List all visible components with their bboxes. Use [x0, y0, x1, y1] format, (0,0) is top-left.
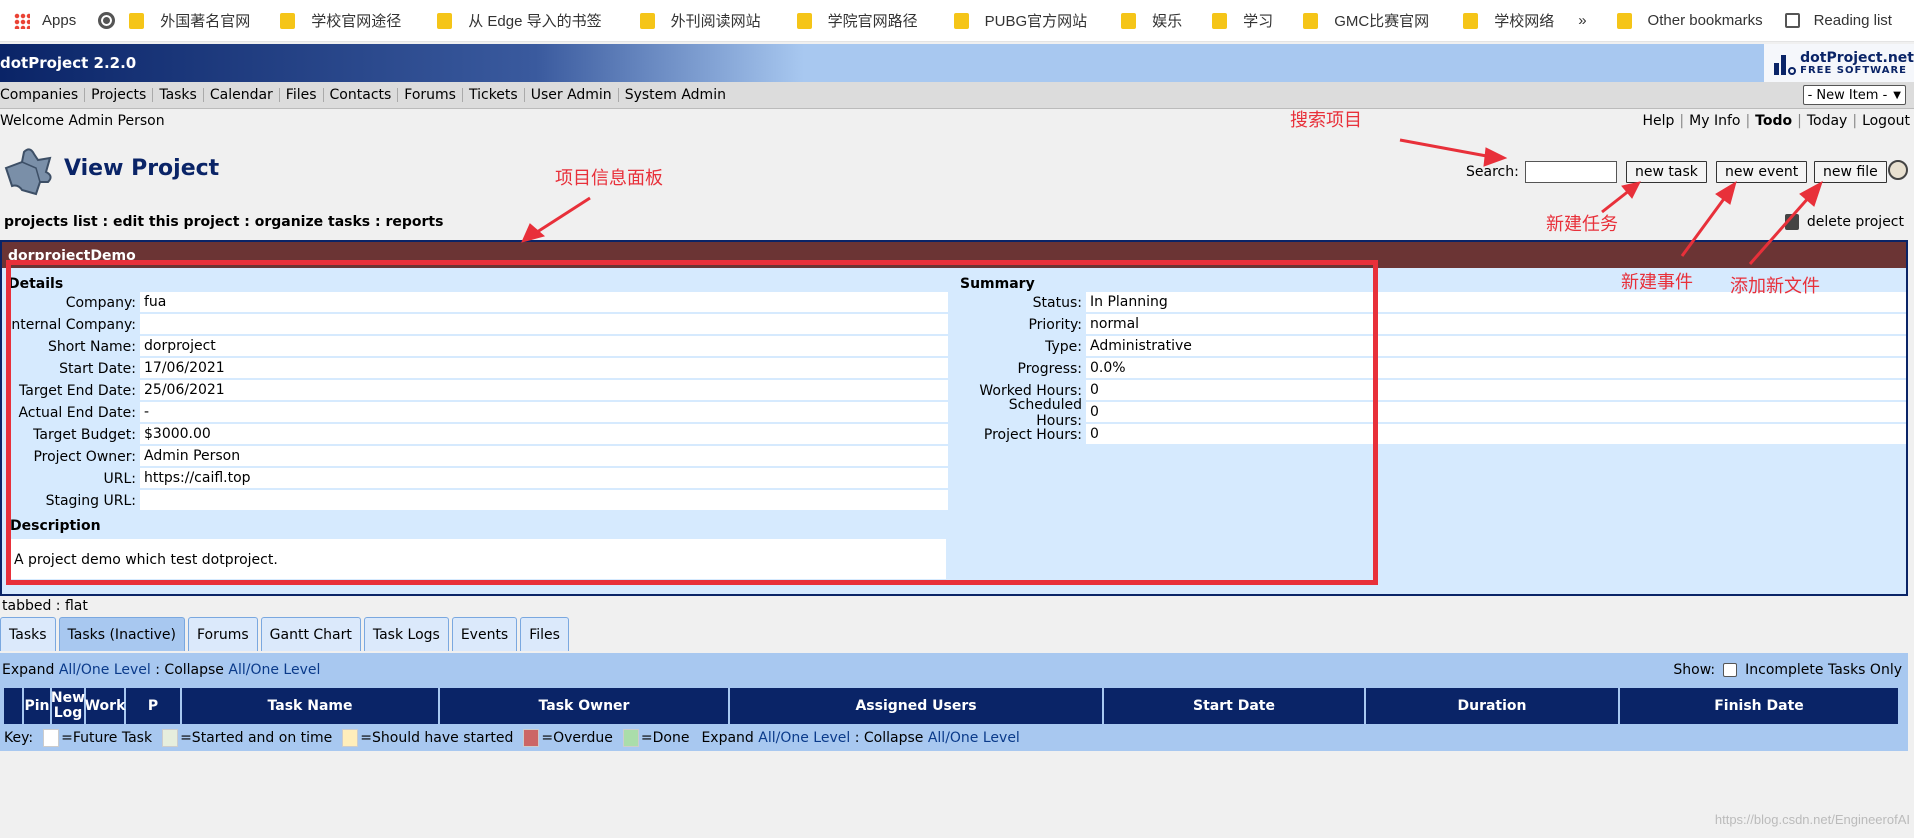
- project-tabs: Tasks Tasks (Inactive) Forums Gantt Chart Ta…: [0, 617, 569, 651]
- column-header: New Log: [51, 688, 86, 724]
- key-swatch: [523, 729, 540, 747]
- key-swatch: [162, 729, 179, 747]
- expand-all-link[interactable]: All: [59, 662, 76, 678]
- key-text: =Started and on time: [180, 730, 333, 746]
- column-header: Finish Date: [1620, 688, 1900, 724]
- column-header: Pin: [24, 688, 52, 724]
- incomplete-tasks-checkbox[interactable]: [1723, 663, 1738, 677]
- tab-events[interactable]: Events: [451, 617, 518, 651]
- key-text: =Should have started: [360, 730, 514, 746]
- tab-tasks-inactive[interactable]: Tasks (Inactive): [58, 617, 185, 651]
- column-header: Assigned Users: [730, 688, 1104, 724]
- tab-tasks[interactable]: Tasks: [0, 617, 56, 651]
- tab-gantt-chart[interactable]: Gantt Chart: [260, 617, 361, 651]
- tasks-table-header: Pin New Log Work P Task Name Task Owner Assign…: [4, 688, 1900, 724]
- collapse-one-level-link[interactable]: One Level: [250, 662, 320, 678]
- key-swatch: [622, 729, 639, 747]
- tab-forums[interactable]: Forums: [187, 617, 258, 651]
- key-label: Key:: [4, 730, 34, 746]
- view-mode-toggle[interactable]: tabbed : flat: [2, 598, 88, 614]
- column-header: Work: [85, 688, 126, 724]
- expand-collapse: Expand All/One Level : Collapse All/One …: [2, 662, 321, 678]
- column-header: Task Name: [182, 688, 440, 724]
- column-header: P: [126, 688, 182, 724]
- column-header: Start Date: [1104, 688, 1366, 724]
- column-header: Duration: [1366, 688, 1620, 724]
- key-expand-part: Expand: [701, 730, 759, 746]
- show-filter: Show: Incomplete Tasks Only: [1673, 662, 1902, 678]
- expand-one-level-link[interactable]: One Level: [81, 662, 151, 678]
- tab-files[interactable]: Files: [520, 617, 569, 651]
- column-header: Task Owner: [440, 688, 730, 724]
- key-expand-part[interactable]: One Level: [950, 730, 1020, 746]
- key-swatch: [43, 729, 60, 747]
- key-swatch: [342, 729, 359, 747]
- key-expand-part[interactable]: All: [928, 730, 945, 746]
- key-text: =Overdue: [541, 730, 613, 746]
- key-expand-part[interactable]: All: [758, 730, 775, 746]
- key-text: =Future Task: [61, 730, 153, 746]
- task-key: Key: =Future Task =Started and on time =Sho…: [4, 729, 1020, 747]
- key-expand-part[interactable]: One Level: [780, 730, 850, 746]
- collapse-all-link[interactable]: All: [228, 662, 245, 678]
- key-text: =Done: [640, 730, 690, 746]
- column-header: [4, 688, 24, 724]
- watermark: https://blog.csdn.net/EngineerofAI: [1714, 812, 1910, 827]
- tab-task-logs[interactable]: Task Logs: [363, 617, 449, 651]
- key-expand-part: : Collapse: [850, 730, 928, 746]
- key-expand: Expand All/One Level : Collapse All/One …: [701, 730, 1019, 746]
